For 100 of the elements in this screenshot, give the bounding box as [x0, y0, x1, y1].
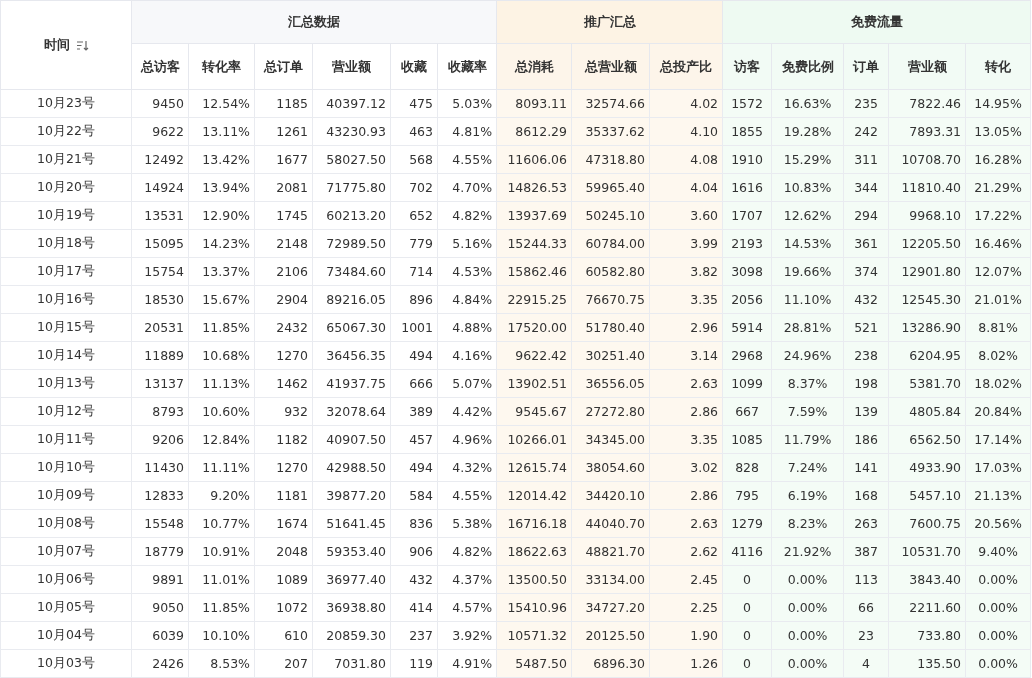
date-cell: 10月18号: [0, 229, 132, 258]
table-cell: 10571.32: [496, 621, 572, 650]
table-cell: 5487.50: [496, 649, 572, 678]
table-cell: 2211.60: [888, 593, 966, 622]
table-cell: 17520.00: [496, 313, 572, 342]
table-cell: 1.90: [649, 621, 723, 650]
table-cell: 12545.30: [888, 285, 966, 314]
time-label: 时间: [43, 36, 70, 54]
group-header: 汇总数据: [131, 0, 497, 44]
table-cell: 4.57%: [437, 593, 497, 622]
table-cell: 16.46%: [965, 229, 1031, 258]
column-header: 收藏率: [437, 43, 497, 90]
table-cell: 4.96%: [437, 425, 497, 454]
table-cell: 58027.50: [312, 145, 391, 174]
table-cell: 2.25: [649, 593, 723, 622]
table-cell: 9.20%: [188, 481, 255, 510]
table-cell: 21.01%: [965, 285, 1031, 314]
table-cell: 21.13%: [965, 481, 1031, 510]
table-cell: 2.45: [649, 565, 723, 594]
date-cell: 10月21号: [0, 145, 132, 174]
table-cell: 22915.25: [496, 285, 572, 314]
table-cell: 1261: [254, 117, 313, 146]
table-cell: 0.00%: [771, 649, 844, 678]
table-cell: 13.42%: [188, 145, 255, 174]
table-cell: 13286.90: [888, 313, 966, 342]
table-cell: 7.59%: [771, 397, 844, 426]
table-cell: 2048: [254, 537, 313, 566]
table-cell: 0.00%: [965, 649, 1031, 678]
table-cell: 207: [254, 649, 313, 678]
table-cell: 1270: [254, 341, 313, 370]
table-cell: 2.96: [649, 313, 723, 342]
table-cell: 40397.12: [312, 89, 391, 118]
table-cell: 5381.70: [888, 369, 966, 398]
column-header: 营业额: [312, 43, 391, 90]
table-cell: 1462: [254, 369, 313, 398]
table-cell: 12.84%: [188, 425, 255, 454]
table-cell: 932: [254, 397, 313, 426]
table-cell: 16716.18: [496, 509, 572, 538]
column-header: 收藏: [390, 43, 438, 90]
table-cell: 14.95%: [965, 89, 1031, 118]
table-cell: 20.56%: [965, 509, 1031, 538]
table-cell: 4.55%: [437, 481, 497, 510]
table-cell: 10708.70: [888, 145, 966, 174]
table-cell: 59353.40: [312, 537, 391, 566]
table-cell: 24.96%: [771, 341, 844, 370]
date-cell: 10月23号: [0, 89, 132, 118]
table-cell: 2.62: [649, 537, 723, 566]
table-cell: 51641.45: [312, 509, 391, 538]
table-cell: 4.10: [649, 117, 723, 146]
table-cell: 3843.40: [888, 565, 966, 594]
table-cell: 30251.40: [571, 341, 650, 370]
table-cell: 7031.80: [312, 649, 391, 678]
table-cell: 11.13%: [188, 369, 255, 398]
table-cell: 8.23%: [771, 509, 844, 538]
table-cell: 4.53%: [437, 257, 497, 286]
sort-icon[interactable]: [75, 39, 89, 51]
date-cell: 10月13号: [0, 369, 132, 398]
table-cell: 11606.06: [496, 145, 572, 174]
table-cell: 10.91%: [188, 537, 255, 566]
table-cell: 10.10%: [188, 621, 255, 650]
table-cell: 3.92%: [437, 621, 497, 650]
table-cell: 0.00%: [965, 621, 1031, 650]
table-cell: 38054.60: [571, 453, 650, 482]
table-cell: 60582.80: [571, 257, 650, 286]
table-cell: 4.42%: [437, 397, 497, 426]
table-cell: 34727.20: [571, 593, 650, 622]
table-cell: 6562.50: [888, 425, 966, 454]
group-header: 推广汇总: [496, 0, 723, 44]
table-cell: 5.03%: [437, 89, 497, 118]
table-cell: 2.63: [649, 369, 723, 398]
table-cell: 0.00%: [965, 565, 1031, 594]
table-cell: 1072: [254, 593, 313, 622]
table-cell: 4.16%: [437, 341, 497, 370]
table-cell: 36456.35: [312, 341, 391, 370]
date-cell: 10月10号: [0, 453, 132, 482]
column-header: 转化率: [188, 43, 255, 90]
table-cell: 12.54%: [188, 89, 255, 118]
column-header: 总访客: [131, 43, 189, 90]
table-cell: 71775.80: [312, 173, 391, 202]
table-cell: 9545.67: [496, 397, 572, 426]
column-header: 总订单: [254, 43, 313, 90]
table-cell: 12.90%: [188, 201, 255, 230]
column-header: 总营业额: [571, 43, 650, 90]
table-cell: 4.32%: [437, 453, 497, 482]
table-cell: 44040.70: [571, 509, 650, 538]
table-cell: 48821.70: [571, 537, 650, 566]
table-cell: 21.29%: [965, 173, 1031, 202]
table-cell: 3.82: [649, 257, 723, 286]
date-cell: 10月04号: [0, 621, 132, 650]
table-cell: 7600.75: [888, 509, 966, 538]
table-cell: 17.22%: [965, 201, 1031, 230]
table-cell: 4.08: [649, 145, 723, 174]
table-cell: 13.05%: [965, 117, 1031, 146]
table-cell: 0.00%: [771, 621, 844, 650]
table-cell: 1674: [254, 509, 313, 538]
table-cell: 6.19%: [771, 481, 844, 510]
table-cell: 17.14%: [965, 425, 1031, 454]
table-cell: 8.53%: [188, 649, 255, 678]
table-cell: 5.38%: [437, 509, 497, 538]
table-cell: 7893.31: [888, 117, 966, 146]
